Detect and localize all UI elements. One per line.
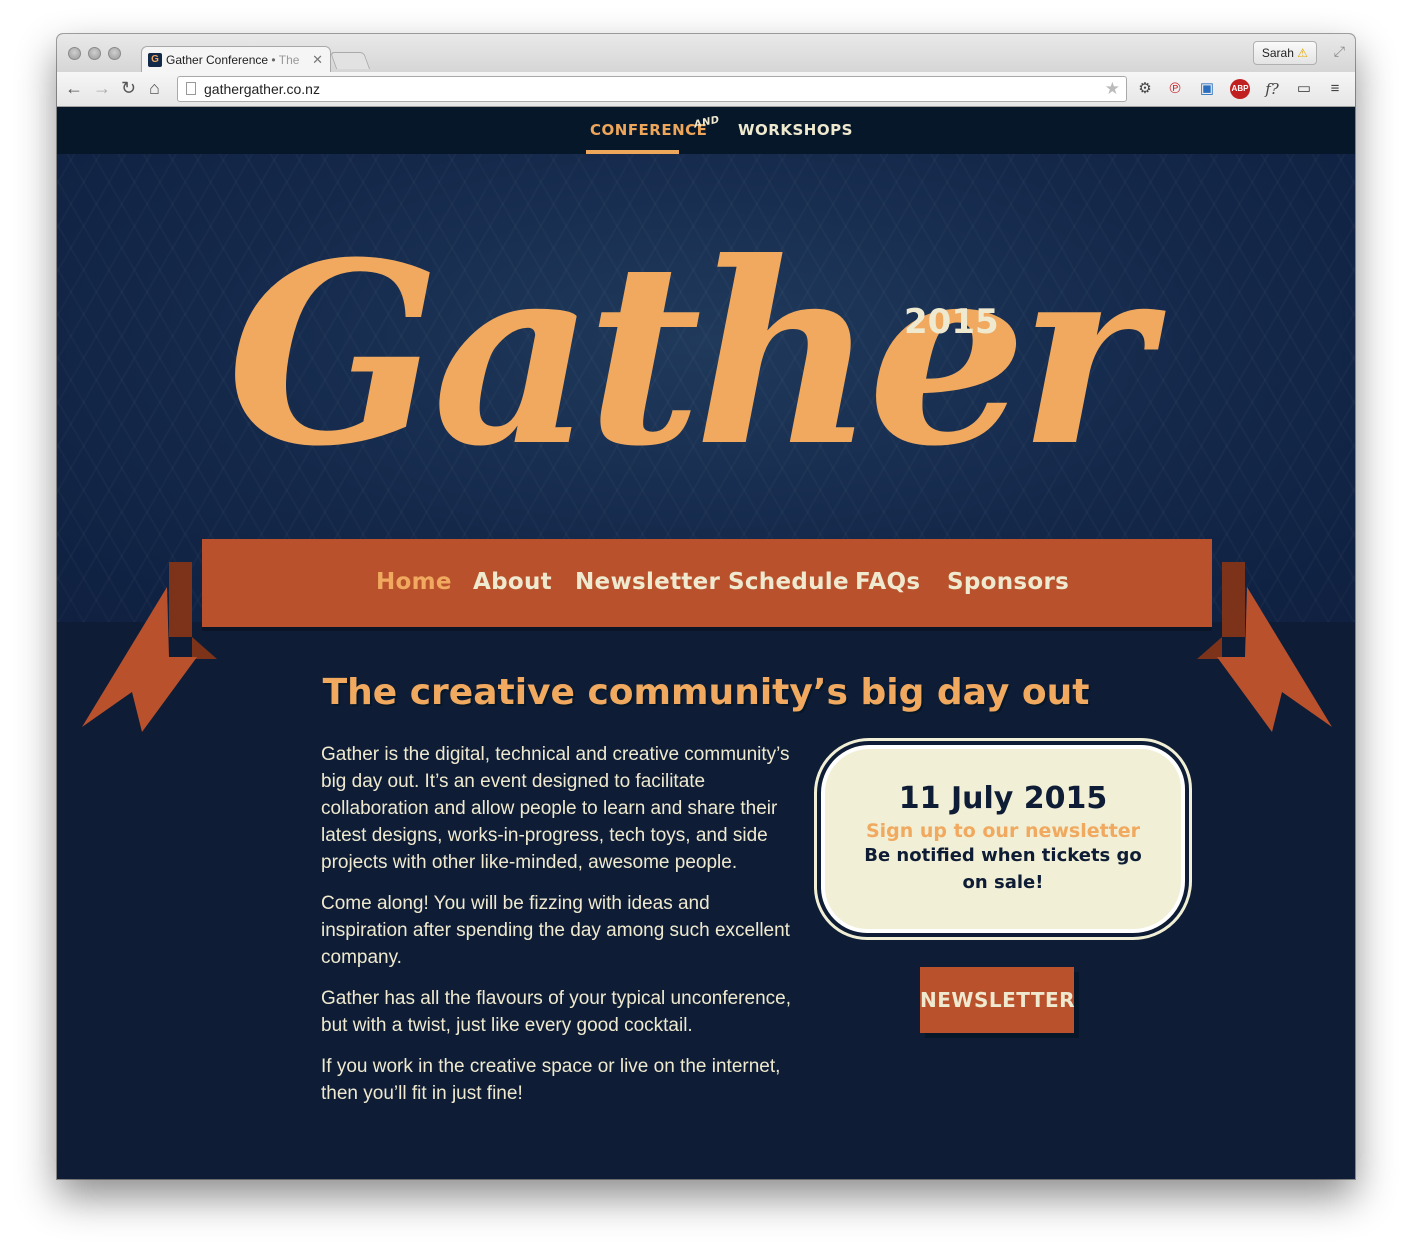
nav-faqs[interactable]: FAQs xyxy=(855,569,920,595)
forward-icon[interactable]: → xyxy=(93,78,111,98)
cast-icon[interactable]: ▭ xyxy=(1294,79,1314,99)
ticket-notice: Be notified when tickets go on sale! xyxy=(864,845,1142,893)
pinterest-icon[interactable]: ℗ xyxy=(1165,79,1185,99)
newsletter-signup-link[interactable]: Sign up to our newsletter xyxy=(825,820,1181,842)
reload-icon[interactable]: ↻ xyxy=(121,78,136,98)
screenshot-icon[interactable]: ▣ xyxy=(1197,79,1217,99)
page-icon xyxy=(186,82,196,95)
top-nav: CONFERENCE AND WORKSHOPS xyxy=(57,107,1355,154)
logo-wordmark: Gather xyxy=(227,207,1151,501)
gear-icon[interactable]: ⚙ xyxy=(1135,79,1155,99)
close-tab-icon[interactable]: ✕ xyxy=(312,47,323,73)
profile-button[interactable]: Sarah ⚠ xyxy=(1252,41,1317,65)
warning-icon: ⚠ xyxy=(1297,46,1308,60)
zoom-window-button[interactable] xyxy=(108,47,121,60)
intro-paragraph: Gather has all the flavours of your typi… xyxy=(321,988,791,1036)
event-date: 11 July 2015 xyxy=(898,781,1108,816)
url-text: gathergather.co.nz xyxy=(204,81,320,97)
font-identify-icon[interactable]: f? xyxy=(1262,79,1282,99)
nav-home[interactable]: Home xyxy=(376,569,452,595)
home-icon[interactable]: ⌂ xyxy=(149,78,160,98)
main-nav-ribbon: Home About Newsletter Schedule FAQs Spon… xyxy=(202,539,1212,627)
bookmark-star-icon[interactable]: ★ xyxy=(1105,77,1120,101)
adblock-icon[interactable]: ABP xyxy=(1230,79,1250,99)
event-date-card: 11 July 2015 Sign up to our newsletter B… xyxy=(814,738,1192,940)
tagline-heading: The creative community’s big day out xyxy=(322,672,1090,713)
address-bar[interactable]: gathergather.co.nz ★ xyxy=(177,76,1127,102)
browser-toolbar: ← → ↻ ⌂ gathergather.co.nz ★ ⚙ ℗ ▣ ABP f… xyxy=(57,72,1355,107)
nav-newsletter[interactable]: Newsletter xyxy=(575,569,720,595)
gather-logo[interactable]: Gather 2015 xyxy=(227,164,1151,544)
new-tab-button[interactable] xyxy=(329,52,371,69)
profile-name: Sarah xyxy=(1261,46,1294,60)
web-page: CONFERENCE AND WORKSHOPS Gather 2015 Hom… xyxy=(57,107,1355,1179)
nav-schedule[interactable]: Schedule xyxy=(728,569,849,595)
tab-title: Gather Conference xyxy=(166,53,269,67)
close-window-button[interactable] xyxy=(68,47,81,60)
topnav-conference[interactable]: CONFERENCE xyxy=(590,121,707,139)
intro-paragraph: Come along! You will be fizzing with ide… xyxy=(321,893,790,968)
logo-year: 2015 xyxy=(904,302,999,342)
browser-tab[interactable]: G Gather Conference • The ✕ xyxy=(141,46,331,73)
menu-icon[interactable]: ≡ xyxy=(1325,79,1345,99)
fullscreen-icon[interactable]: ⤢ xyxy=(1334,43,1345,60)
favicon-icon: G xyxy=(148,53,162,67)
intro-paragraph: If you work in the creative space or liv… xyxy=(321,1056,781,1104)
topnav-workshops[interactable]: WORKSHOPS xyxy=(738,121,853,139)
browser-window: G Gather Conference • The ✕ Sarah ⚠ ⤢ ← … xyxy=(57,34,1355,1179)
back-icon[interactable]: ← xyxy=(65,78,83,98)
intro-paragraph: Gather is the digital, technical and cre… xyxy=(321,744,790,873)
tab-strip: G Gather Conference • The ✕ Sarah ⚠ ⤢ xyxy=(57,34,1355,73)
nav-about[interactable]: About xyxy=(473,569,552,595)
minimize-window-button[interactable] xyxy=(88,47,101,60)
tab-title-extra: The xyxy=(278,53,300,67)
intro-content: Gather is the digital, technical and cre… xyxy=(321,741,799,1121)
nav-sponsors[interactable]: Sponsors xyxy=(947,569,1069,595)
newsletter-button[interactable]: NEWSLETTER xyxy=(920,967,1075,1033)
